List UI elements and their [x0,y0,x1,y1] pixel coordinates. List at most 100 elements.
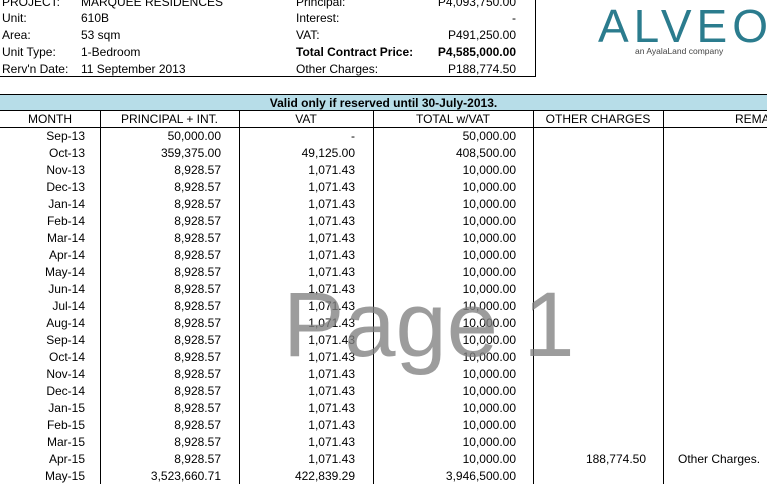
table-cell: Jan-14 [48,197,85,211]
table-cell: 8,928.57 [174,316,221,330]
table-cell: Jan-15 [48,401,85,415]
table-cell: Other Charges. [678,452,761,466]
table-cell: 8,928.57 [174,384,221,398]
table-cell: 50,000.00 [462,129,516,143]
grid-line [100,111,101,484]
table-cell: 10,000.00 [462,384,516,398]
header-left-label: Rerv'n Date: [2,62,69,76]
table-cell: 408,500.00 [455,146,516,160]
table-cell: Apr-14 [48,248,85,262]
table-cell: 8,928.57 [174,214,221,228]
table-cell: 50,000.00 [167,129,221,143]
table-cell: 1,071.43 [308,384,355,398]
page-watermark: Page 1 [283,274,575,376]
column-header: TOTAL w/VAT [415,112,490,126]
table-cell: Mar-14 [46,231,85,245]
table-cell: 8,928.57 [174,265,221,279]
header-left-value: 1-Bedroom [81,45,141,59]
header-left-value: 11 September 2013 [81,62,186,76]
header-right-label: Total Contract Price: [296,45,414,59]
table-cell: 188,774.50 [585,452,646,466]
table-cell: May-14 [44,265,85,279]
table-cell: 1,071.43 [308,231,355,245]
table-cell: 10,000.00 [462,180,516,194]
table-cell: 8,928.57 [174,367,221,381]
table-cell: Nov-14 [46,367,85,381]
table-cell: 8,928.57 [174,333,221,347]
header-border-bottom [0,76,536,77]
header-right-label: Principal: [296,0,346,9]
table-cell: 10,000.00 [462,435,516,449]
table-cell: 8,928.57 [174,248,221,262]
table-cell: 1,071.43 [308,435,355,449]
header-right-label: VAT: [296,28,320,42]
table-cell: 10,000.00 [462,248,516,262]
table-cell: Jul-14 [52,299,85,313]
table-cell: Sep-13 [46,129,85,143]
header-left-label: Area: [2,28,31,42]
table-cell: Feb-15 [46,418,85,432]
header-right-label: Other Charges: [296,62,379,76]
header-left-label: PROJECT: [2,0,61,9]
table-cell: 1,071.43 [308,452,355,466]
column-header: OTHER CHARGES [545,112,651,126]
table-cell: 10,000.00 [462,163,516,177]
table-cell: 8,928.57 [174,435,221,449]
header-right-value: P188,774.50 [447,62,516,76]
table-cell: 1,071.43 [308,418,355,432]
table-cell: Jun-14 [48,282,85,296]
header-right-value: P491,250.00 [447,28,516,42]
table-cell: Sep-14 [46,333,85,347]
table-cell: 8,928.57 [174,180,221,194]
table-cell: Mar-15 [46,435,85,449]
table-cell: 8,928.57 [174,401,221,415]
column-header: MONTH [28,112,72,126]
grid-line [239,111,240,484]
logo-tagline: an AyalaLand company [635,46,724,56]
table-cell: 3,523,660.71 [150,469,221,483]
header-left-value: 610B [81,11,110,25]
header-left-value: 53 sqm [81,28,121,42]
table-cell: Apr-15 [48,452,85,466]
table-cell: Oct-13 [48,146,85,160]
column-header: PRINCIPAL + INT. [120,112,219,126]
table-cell: 8,928.57 [174,231,221,245]
header-right-value: - [512,11,516,25]
table-cell: 8,928.57 [174,418,221,432]
table-cell: 8,928.57 [174,163,221,177]
table-cell: 49,125.00 [301,146,355,160]
table-cell: 10,000.00 [462,418,516,432]
alveo-logo: ALVEO [598,0,767,52]
table-cell: 1,071.43 [308,197,355,211]
table-cell: 3,946,500.00 [445,469,516,483]
table-cell: Dec-13 [46,180,85,194]
table-cell: Dec-14 [46,384,85,398]
table-cell: 10,000.00 [462,231,516,245]
table-cell: 1,071.43 [308,248,355,262]
table-cell: 8,928.57 [174,282,221,296]
validity-banner: Valid only if reserved until 30-July-201… [0,94,767,111]
table-cell: 8,928.57 [174,197,221,211]
header-right-value: P4,093,750.00 [437,0,516,9]
column-header-row: MONTH PRINCIPAL + INT. VAT TOTAL w/VAT OTHER… [0,111,767,128]
table-cell: May-15 [44,469,85,483]
table-cell: 10,000.00 [462,197,516,211]
table-cell: 8,928.57 [174,452,221,466]
table-cell: 1,071.43 [308,163,355,177]
header-left-label: Unit Type: [2,45,56,59]
table-cell: 1,071.43 [308,180,355,194]
table-cell: 359,375.00 [160,146,221,160]
table-cell: 8,928.57 [174,299,221,313]
table-cell: 10,000.00 [462,401,516,415]
table-cell: Aug-14 [46,316,85,330]
header-right-value: P4,585,000.00 [437,45,516,59]
table-cell: 1,071.43 [308,401,355,415]
table-cell: - [351,129,355,143]
column-header: VAT [295,112,317,126]
table-cell: 1,071.43 [308,214,355,228]
table-cell: Nov-13 [46,163,85,177]
grid-line [663,111,664,484]
header-right-label: Interest: [296,11,340,25]
header-border-right [535,0,536,76]
table-cell: Feb-14 [46,214,85,228]
